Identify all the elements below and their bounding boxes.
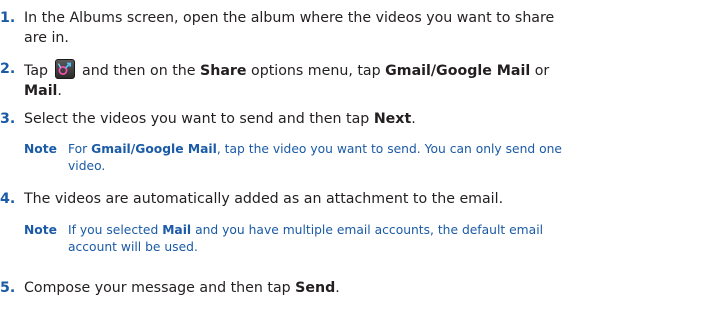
text-segment: video.	[68, 159, 106, 173]
text-segment: or	[530, 63, 550, 79]
text-segment: .	[411, 111, 416, 127]
step-number: 2.	[0, 61, 16, 77]
note-text: If you selected Mail and you have multip…	[68, 222, 543, 256]
step-number: 3.	[0, 111, 16, 127]
text-segment: Compose your message and then tap	[24, 280, 296, 296]
text-segment: .	[335, 280, 340, 296]
menu-name-share: Share	[200, 63, 247, 79]
text-segment: are in.	[24, 30, 69, 46]
step-line: The videos are automatically added as an…	[24, 189, 503, 209]
step-line: In the Albums screen, open the album whe…	[24, 8, 554, 28]
note-text: For Gmail/Google Mail, tap the video you…	[68, 141, 562, 175]
instruction-page: 1. In the Albums screen, open the album …	[0, 0, 712, 314]
text-segment: If you selected	[68, 223, 163, 237]
step-text: Compose your message and then tap Send.	[24, 278, 340, 298]
text-segment: and then on the	[82, 63, 201, 79]
step-line: Tap and then on the Share options menu, …	[24, 59, 549, 81]
option-mail: Mail	[24, 83, 58, 99]
text-segment: Select the videos you want to send and t…	[24, 111, 374, 127]
note-label: Note	[24, 223, 57, 237]
text-segment: For	[68, 142, 92, 156]
share-icon	[54, 59, 75, 79]
text-segment: Tap	[24, 63, 49, 79]
note-line: video.	[68, 158, 562, 175]
note-line: account will be used.	[68, 239, 543, 256]
text-segment: options menu, tap	[246, 63, 386, 79]
text-segment: The videos are automatically added as an…	[24, 191, 504, 207]
step-line: Select the videos you want to send and t…	[24, 109, 416, 129]
note-label: Note	[24, 142, 57, 156]
note-line: If you selected Mail and you have multip…	[68, 222, 543, 239]
text-segment: account will be used.	[68, 240, 198, 254]
option-gmail: Gmail/Google Mail	[91, 142, 217, 156]
step-number: 1.	[0, 10, 16, 26]
text-segment: .	[57, 83, 62, 99]
step-text: Select the videos you want to send and t…	[24, 109, 416, 129]
step-text: Tap and then on the Share options menu, …	[24, 59, 549, 101]
step-text: The videos are automatically added as an…	[24, 189, 503, 209]
step-line: Compose your message and then tap Send.	[24, 278, 340, 298]
option-mail: Mail	[162, 223, 192, 237]
text-segment: , tap the video you want to send. You ca…	[216, 142, 562, 156]
text-segment: In the Albums screen, open the album whe…	[24, 10, 555, 26]
step-number: 4.	[0, 191, 16, 207]
note-line: For Gmail/Google Mail, tap the video you…	[68, 141, 562, 158]
button-name-send: Send	[295, 280, 336, 296]
text-segment: and you have multiple email accounts, th…	[191, 223, 544, 237]
step-line: are in.	[24, 28, 554, 48]
step-text: In the Albums screen, open the album whe…	[24, 8, 554, 48]
option-gmail: Gmail/Google Mail	[385, 63, 531, 79]
step-line: Mail.	[24, 81, 549, 101]
cropped-heading-fragment	[0, 0, 250, 4]
button-name-next: Next	[373, 111, 412, 127]
step-number: 5.	[0, 280, 16, 296]
